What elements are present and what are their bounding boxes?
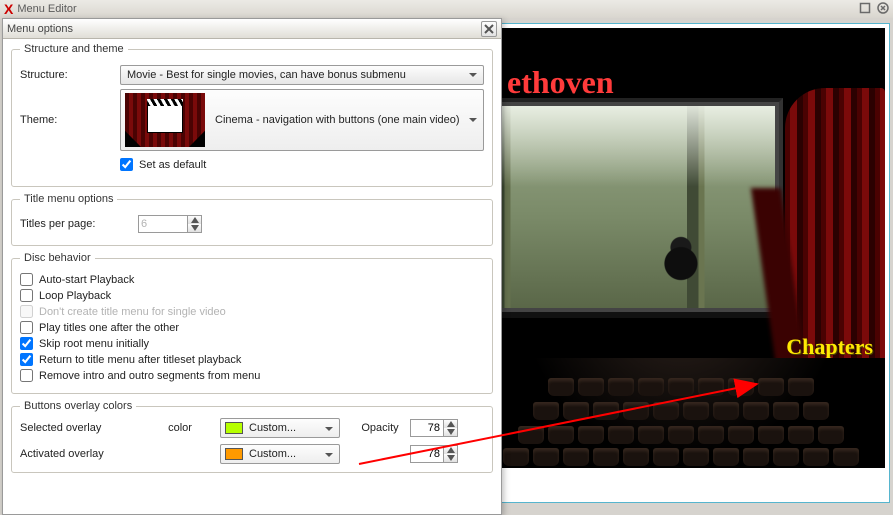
buttons-overlay-group: Buttons overlay colors Selected overlay …	[11, 400, 493, 473]
preview-seats	[477, 358, 885, 468]
activated-overlay-swatch	[225, 448, 243, 460]
opacity-header: Opacity	[350, 422, 410, 434]
parent-window-title: Menu Editor	[17, 3, 76, 15]
disc-option-label: Skip root menu initially	[39, 338, 149, 350]
disc-option-label: Auto-start Playback	[39, 274, 134, 286]
disc-option-3[interactable]: Play titles one after the other	[20, 321, 484, 334]
disc-option-label: Don't create title menu for single video	[39, 306, 226, 318]
theme-select[interactable]: Cinema - navigation with buttons (one ma…	[120, 89, 484, 151]
selected-overlay-color-text: Custom...	[249, 422, 296, 434]
theme-label: Theme:	[20, 114, 120, 126]
theme-thumbnail	[125, 93, 205, 147]
title-menu-legend: Title menu options	[20, 193, 117, 205]
structure-select[interactable]: Movie - Best for single movies, can have…	[120, 65, 484, 85]
menu-preview-panel: ethoven Chapters	[472, 23, 890, 503]
disc-option-6[interactable]: Remove intro and outro segments from men…	[20, 369, 484, 382]
titles-per-page-label: Titles per page:	[20, 218, 138, 230]
titles-per-page-value	[141, 218, 191, 230]
activated-overlay-color-select[interactable]: Custom...	[220, 444, 340, 464]
disc-option-1[interactable]: Loop Playback	[20, 289, 484, 302]
selected-overlay-opacity-input[interactable]	[410, 419, 444, 437]
selected-overlay-label: Selected overlay	[20, 422, 140, 434]
preview-movie-picture	[481, 106, 775, 308]
parent-close-icon[interactable]	[875, 0, 891, 16]
selected-overlay-color-select[interactable]: Custom...	[220, 418, 340, 438]
activated-overlay-opacity-stepper[interactable]	[444, 445, 458, 463]
structure-label: Structure:	[20, 69, 120, 81]
set-default-label: Set as default	[139, 159, 206, 171]
dialog-close-button[interactable]	[481, 21, 497, 37]
preview-movie-title: ethoven	[507, 64, 614, 101]
app-logo: X	[4, 1, 13, 17]
activated-overlay-label: Activated overlay	[20, 448, 140, 460]
selected-overlay-swatch	[225, 422, 243, 434]
structure-value: Movie - Best for single movies, can have…	[127, 69, 406, 81]
set-default-checkbox[interactable]: Set as default	[120, 158, 206, 171]
preview-screen-frame	[477, 98, 783, 318]
close-icon	[484, 24, 494, 34]
disc-option-label: Play titles one after the other	[39, 322, 179, 334]
color-header: color	[140, 422, 220, 434]
dialog-titlebar[interactable]: Menu options	[3, 19, 501, 39]
disc-option-4[interactable]: Skip root menu initially	[20, 337, 484, 350]
disc-option-2: Don't create title menu for single video	[20, 305, 484, 318]
step-down-icon[interactable]	[444, 428, 457, 436]
chevron-down-icon	[467, 69, 479, 81]
buttons-overlay-legend: Buttons overlay colors	[20, 400, 136, 412]
preview-chapters-button[interactable]: Chapters	[786, 334, 873, 360]
title-menu-group: Title menu options Titles per page:	[11, 193, 493, 246]
step-up-icon[interactable]	[444, 446, 457, 454]
disc-option-label: Loop Playback	[39, 290, 111, 302]
theme-value: Cinema - navigation with buttons (one ma…	[215, 114, 460, 126]
step-down-icon[interactable]	[444, 454, 457, 462]
menu-options-dialog: Menu options Structure and theme Structu…	[2, 18, 502, 515]
disc-option-label: Return to title menu after titleset play…	[39, 354, 241, 366]
selected-overlay-opacity-stepper[interactable]	[444, 419, 458, 437]
disc-option-0[interactable]: Auto-start Playback	[20, 273, 484, 286]
chevron-down-icon	[323, 449, 335, 461]
chevron-down-icon	[323, 423, 335, 435]
chevron-down-icon	[467, 114, 479, 126]
parent-maximize-icon[interactable]	[857, 0, 873, 16]
titles-per-page-spinner[interactable]	[138, 215, 188, 233]
parent-window-titlebar: X Menu Editor	[0, 0, 893, 18]
structure-theme-legend: Structure and theme	[20, 43, 128, 55]
disc-behavior-group: Disc behavior Auto-start Playback Loop Pl…	[11, 252, 493, 394]
menu-preview: ethoven Chapters	[477, 28, 885, 468]
step-up-icon[interactable]	[444, 420, 457, 428]
structure-theme-group: Structure and theme Structure: Movie - B…	[11, 43, 493, 187]
disc-option-label: Remove intro and outro segments from men…	[39, 370, 260, 382]
disc-option-5[interactable]: Return to title menu after titleset play…	[20, 353, 484, 366]
disc-behavior-legend: Disc behavior	[20, 252, 95, 264]
dialog-title: Menu options	[7, 23, 73, 35]
activated-overlay-color-text: Custom...	[249, 448, 296, 460]
activated-overlay-opacity-input[interactable]	[410, 445, 444, 463]
